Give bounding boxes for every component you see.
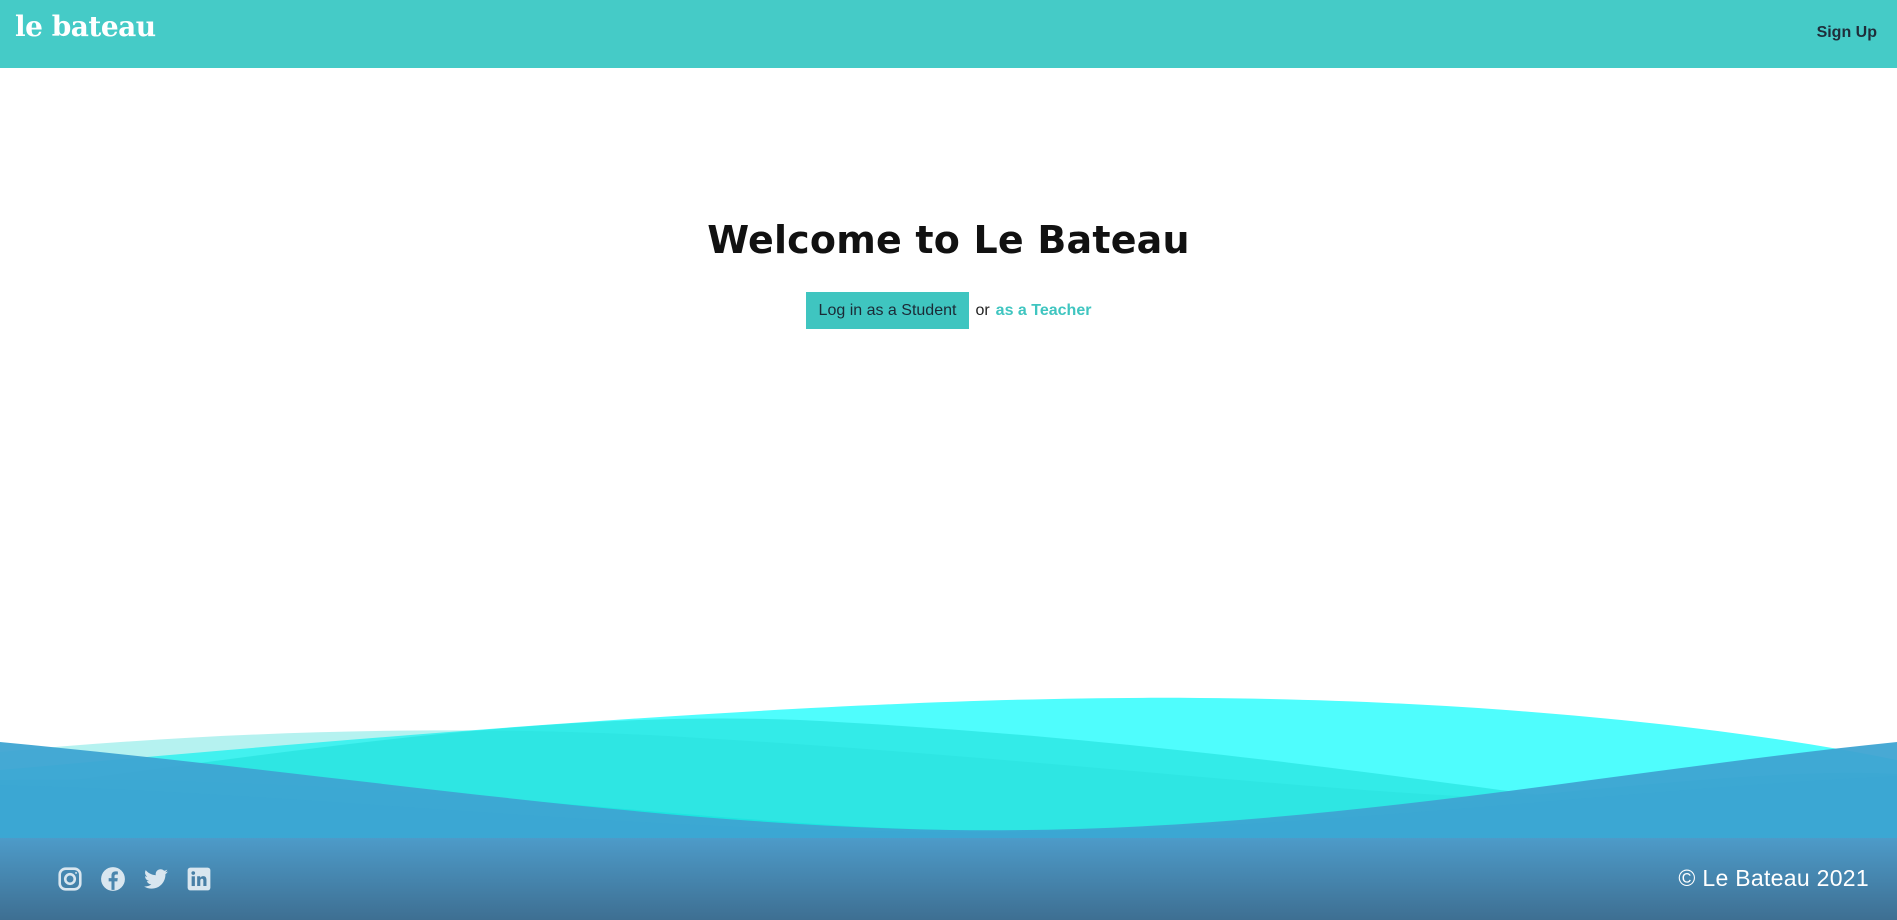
social-links xyxy=(57,866,212,892)
login-teacher-link[interactable]: as a Teacher xyxy=(996,302,1092,320)
twitter-icon[interactable] xyxy=(143,866,169,892)
facebook-icon[interactable] xyxy=(100,866,126,892)
page: le bateau Sign Up Welcome to Le Bateau L… xyxy=(0,0,1897,920)
brand-logo-link[interactable]: le bateau xyxy=(15,10,156,43)
sign-up-link[interactable]: Sign Up xyxy=(1817,24,1877,42)
top-navbar: le bateau Sign Up xyxy=(0,0,1897,68)
login-options: Log in as a Student or as a Teacher xyxy=(0,292,1897,329)
wave-decoration xyxy=(0,697,1897,840)
linkedin-icon[interactable] xyxy=(186,866,212,892)
footer: © Le Bateau 2021 xyxy=(0,838,1897,920)
page-title: Welcome to Le Bateau xyxy=(707,218,1190,262)
or-separator-text: or xyxy=(975,301,990,319)
instagram-icon[interactable] xyxy=(57,866,83,892)
copyright-text: © Le Bateau 2021 xyxy=(1678,865,1869,891)
login-student-button[interactable]: Log in as a Student xyxy=(805,292,970,329)
